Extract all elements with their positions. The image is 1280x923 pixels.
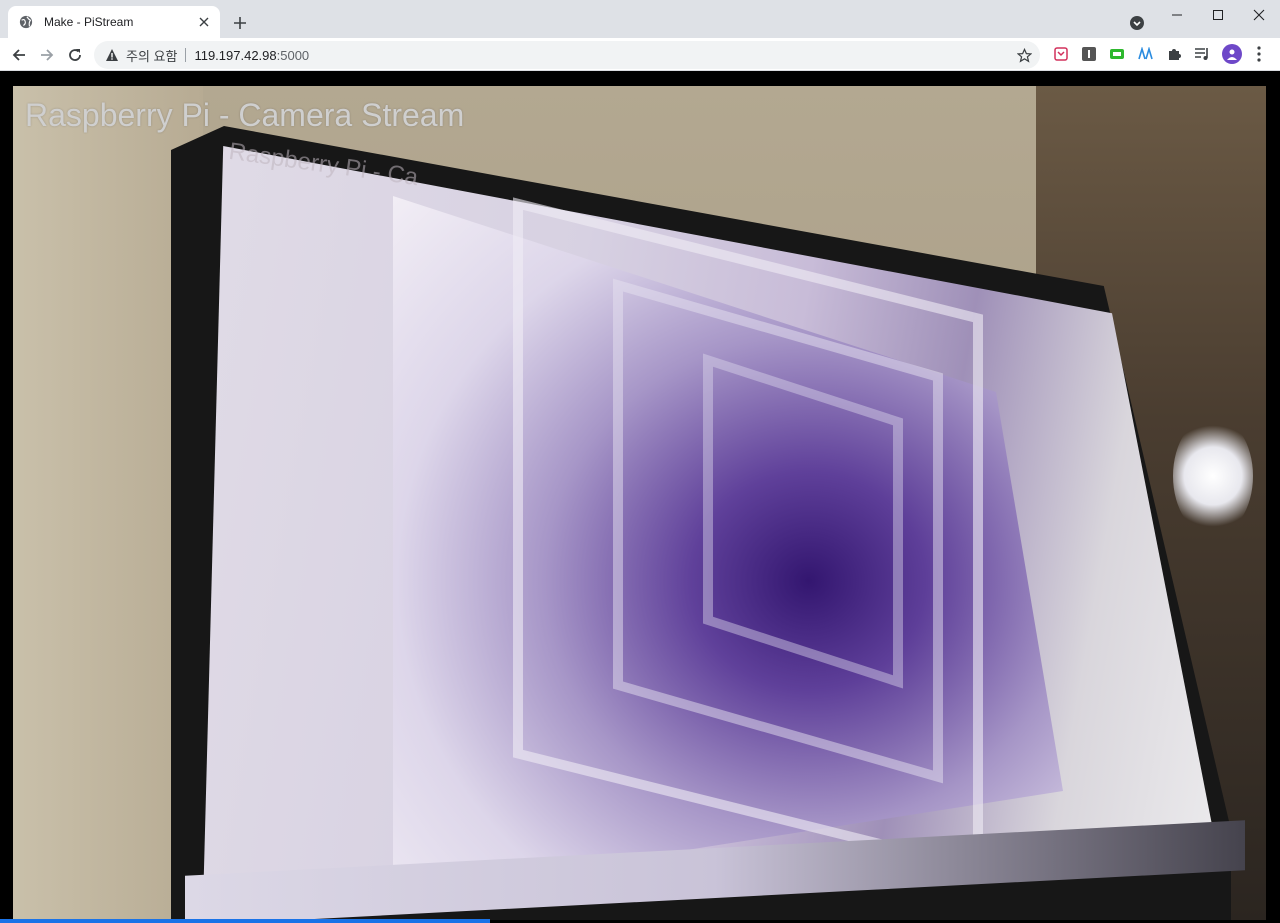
pocket-icon[interactable] <box>1052 45 1070 63</box>
tab-close-icon[interactable] <box>196 14 212 30</box>
stream-fan-light <box>1173 416 1253 536</box>
url-host: 119.197.42.98 <box>194 47 277 63</box>
camera-stream-image: Raspberry Pi - Ca <box>13 86 1266 920</box>
reading-list-icon[interactable] <box>1193 45 1211 63</box>
back-button[interactable] <box>6 42 32 68</box>
new-tab-button[interactable] <box>228 11 252 35</box>
blue-extension-icon[interactable] <box>1136 45 1154 63</box>
minimize-window-button[interactable] <box>1154 0 1200 30</box>
security-status-text[interactable]: 주의 요함 <box>126 46 177 65</box>
profile-avatar-icon[interactable] <box>1222 44 1242 64</box>
reload-button[interactable] <box>62 42 88 68</box>
instapaper-icon[interactable] <box>1080 45 1098 63</box>
address-bar[interactable]: 주의 요함 119.197.42.98:5000 <box>94 41 1040 69</box>
browser-toolbar: 주의 요함 119.197.42.98:5000 <box>0 38 1280 71</box>
puzzle-icon[interactable] <box>1165 45 1183 63</box>
warning-icon[interactable] <box>104 47 120 63</box>
page-viewport: Raspberry Pi - Ca <box>0 72 1280 923</box>
maximize-window-button[interactable] <box>1195 0 1241 30</box>
kebab-menu-icon[interactable] <box>1250 45 1268 63</box>
page-load-indicator <box>0 919 490 923</box>
forward-button[interactable] <box>34 42 60 68</box>
globe-icon <box>18 14 34 30</box>
address-separator <box>185 48 187 62</box>
close-window-button[interactable] <box>1236 0 1280 30</box>
tab-strip: Make - PiStream <box>0 0 1280 38</box>
url-port: :5000 <box>276 47 310 63</box>
green-extension-icon[interactable] <box>1108 45 1126 63</box>
browser-tab[interactable]: Make - PiStream <box>8 6 220 38</box>
tab-title: Make - PiStream <box>44 15 134 29</box>
tab-search-icon[interactable] <box>1127 13 1147 33</box>
page-title: Raspberry Pi - Camera Stream <box>25 97 465 133</box>
star-icon[interactable] <box>1016 47 1032 63</box>
